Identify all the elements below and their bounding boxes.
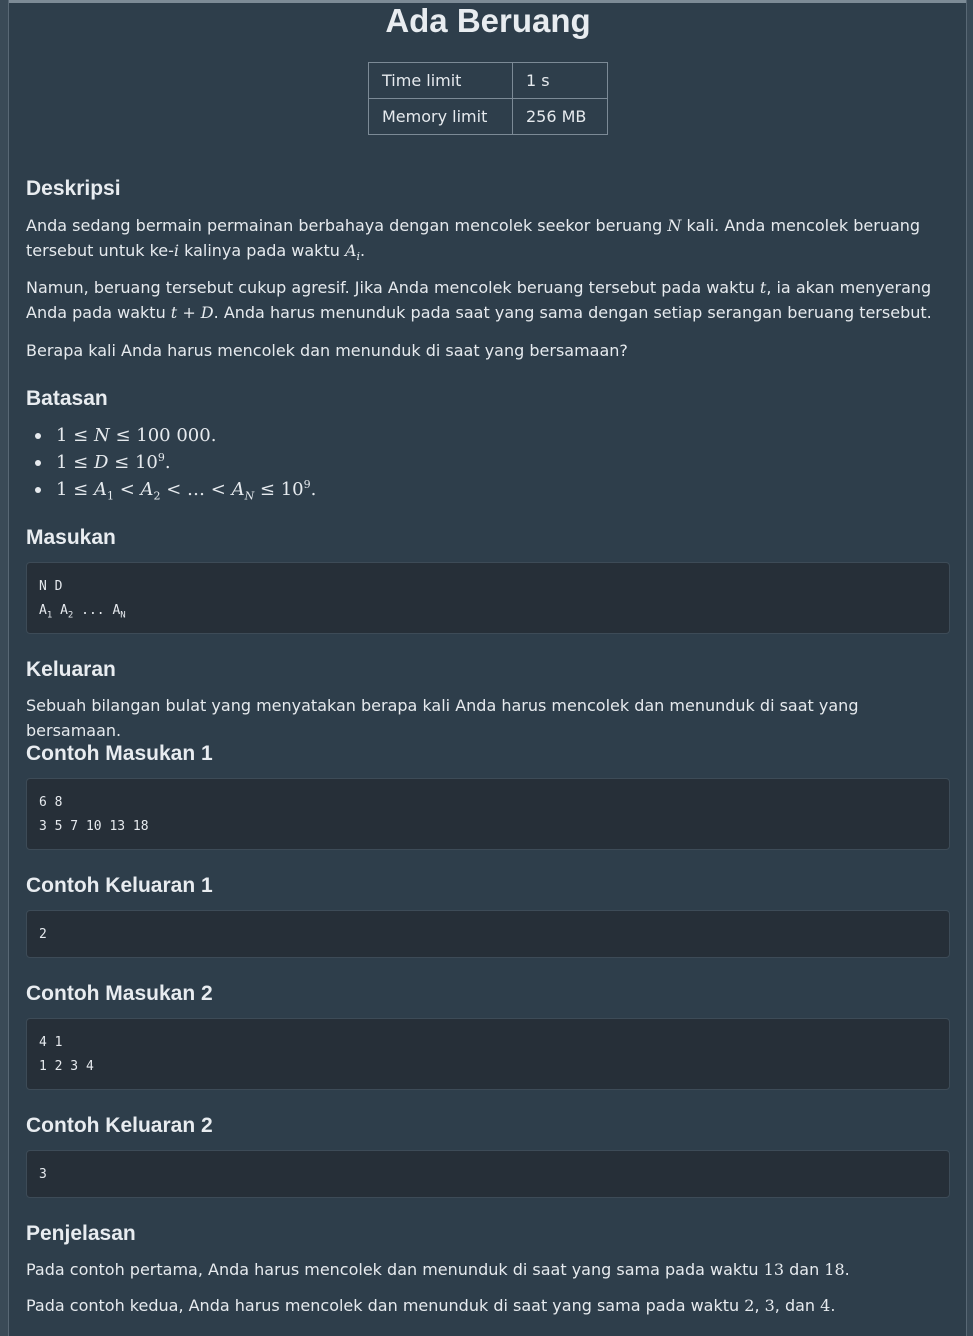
- text-run: . Anda harus menunduk pada saat yang sam…: [213, 303, 932, 322]
- penjelasan-paragraph-1: Pada contoh pertama, Anda harus mencolek…: [26, 1257, 956, 1282]
- section-heading-contoh-keluaran-1: Contoh Keluaran 1: [26, 874, 213, 897]
- list-item: 1 ≤ D ≤ 109.: [26, 449, 316, 476]
- text-run: .: [844, 1260, 850, 1279]
- math-number: 4: [820, 1296, 831, 1315]
- deskripsi-paragraph-2: Namun, beruang tersebut cukup agresif. J…: [26, 275, 956, 325]
- sample-input-2-block: 4 1 1 2 3 4: [26, 1018, 950, 1090]
- math-expr: t + D: [170, 303, 214, 322]
- deskripsi-paragraph-3: Berapa kali Anda harus mencolek dan menu…: [26, 341, 628, 360]
- text-run: Anda sedang bermain permainan berbahaya …: [26, 216, 668, 235]
- section-heading-penjelasan: Penjelasan: [26, 1222, 136, 1245]
- keluaran-text: Sebuah bilangan bulat yang menyatakan be…: [26, 696, 859, 740]
- section-heading-keluaran: Keluaran: [26, 658, 116, 681]
- window-left-border: [0, 0, 9, 1336]
- section-heading-batasan: Batasan: [26, 387, 108, 410]
- table-row: Time limit 1 s: [368, 62, 608, 99]
- code-line: 2: [39, 927, 47, 942]
- page-title: Ada Beruang: [385, 2, 591, 39]
- math-number: 18: [824, 1260, 845, 1279]
- constraints-list: 1 ≤ N ≤ 100 000. 1 ≤ D ≤ 109. 1 ≤ A1 < A…: [26, 422, 316, 503]
- section-heading-contoh-masukan-2: Contoh Masukan 2: [26, 982, 213, 1005]
- math-number: 2: [744, 1296, 755, 1315]
- code-line: 3: [39, 1167, 47, 1182]
- code-line: A1 A2 ... AN: [39, 603, 126, 621]
- sample-input-1-block: 6 8 3 5 7 10 13 18: [26, 778, 950, 850]
- code-line: 3 5 7 10 13 18: [39, 819, 149, 834]
- text-run: Pada contoh kedua, Anda harus mencolek d…: [26, 1296, 745, 1315]
- sample-output-1-block: 2: [26, 910, 950, 958]
- section-heading-contoh-masukan-1: Contoh Masukan 1: [26, 742, 213, 765]
- text-run: dan: [784, 1260, 825, 1279]
- text-run: kalinya pada waktu: [179, 241, 345, 260]
- text-run: ,: [754, 1296, 765, 1315]
- window-right-scrollbar[interactable]: [966, 0, 973, 1336]
- time-limit-value: 1 s: [512, 62, 608, 99]
- limits-table: Time limit 1 s Memory limit 256 MB: [368, 62, 608, 135]
- code-line: N D: [39, 579, 63, 594]
- time-limit-label: Time limit: [368, 62, 513, 99]
- list-item: 1 ≤ A1 < A2 < … < AN ≤ 109.: [26, 476, 316, 503]
- table-row: Memory limit 256 MB: [368, 98, 608, 135]
- memory-limit-label: Memory limit: [368, 98, 513, 135]
- sample-output-2-block: 3: [26, 1150, 950, 1198]
- text-run: , dan: [774, 1296, 821, 1315]
- input-format-block: N D A1 A2 ... AN: [26, 562, 950, 634]
- text-run: .: [830, 1296, 836, 1315]
- code-line: 6 8: [39, 795, 63, 810]
- code-line: 4 1: [39, 1035, 63, 1050]
- penjelasan-paragraph-2: Pada contoh kedua, Anda harus mencolek d…: [26, 1293, 956, 1318]
- math-var: N: [667, 216, 682, 235]
- math-number: 3: [764, 1296, 775, 1315]
- section-heading-contoh-keluaran-2: Contoh Keluaran 2: [26, 1114, 213, 1137]
- math-var: A: [344, 241, 357, 260]
- text-run: .: [360, 241, 366, 260]
- code-line: 1 2 3 4: [39, 1059, 94, 1074]
- list-item: 1 ≤ N ≤ 100 000.: [26, 422, 316, 449]
- memory-limit-value: 256 MB: [512, 98, 608, 135]
- section-heading-deskripsi: Deskripsi: [26, 177, 121, 200]
- text-run: Pada contoh pertama, Anda harus mencolek…: [26, 1260, 764, 1279]
- math-number: 13: [763, 1260, 785, 1279]
- deskripsi-paragraph-1: Anda sedang bermain permainan berbahaya …: [26, 213, 956, 263]
- section-heading-masukan: Masukan: [26, 526, 116, 549]
- text-run: Namun, beruang tersebut cukup agresif. J…: [26, 278, 760, 297]
